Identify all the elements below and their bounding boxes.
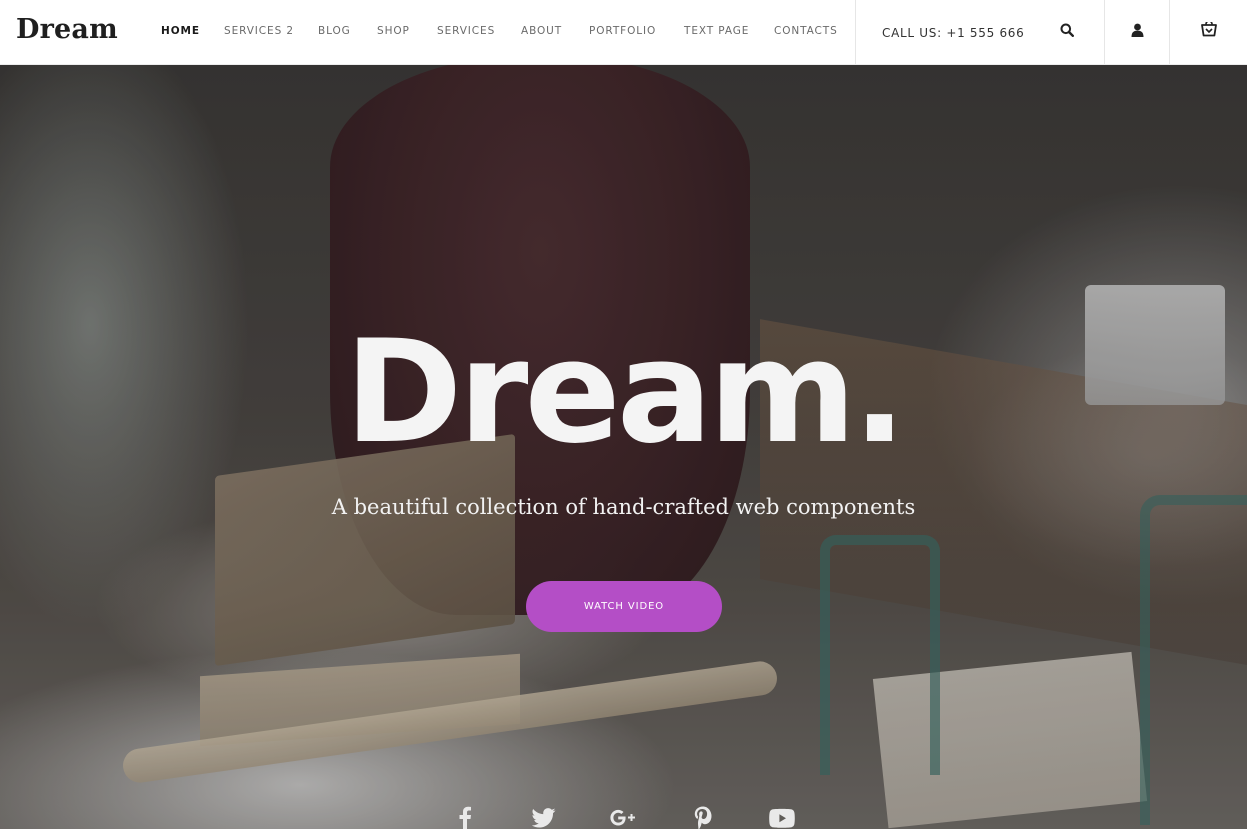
pinterest-icon[interactable] (688, 803, 718, 829)
hero-title: Dream. (344, 310, 907, 475)
cart-icon (1200, 20, 1217, 42)
search-button[interactable] (1030, 0, 1104, 64)
site-header: Dream HOME SERVICES 2 BLOG SHOP SERVICES… (0, 0, 1247, 65)
social-links (0, 803, 1247, 829)
hero-subtitle: A beautiful collection of hand-crafted w… (331, 495, 916, 519)
facebook-icon[interactable] (450, 803, 480, 829)
nav-item-home[interactable]: HOME (161, 25, 200, 37)
nav-item-portfolio[interactable]: PORTFOLIO (589, 25, 656, 37)
nav-item-services-2[interactable]: SERVICES 2 (224, 25, 294, 37)
twitter-icon[interactable] (529, 803, 559, 829)
search-icon (1060, 23, 1075, 42)
account-button[interactable] (1105, 0, 1169, 64)
watch-video-button[interactable]: WATCH VIDEO (526, 581, 722, 632)
nav-item-contacts[interactable]: CONTACTS (774, 25, 838, 37)
nav-item-about[interactable]: ABOUT (521, 25, 562, 37)
youtube-icon[interactable] (767, 803, 797, 829)
cart-button[interactable] (1170, 0, 1247, 64)
call-us-text: CALL US: +1 555 666 (882, 26, 1025, 40)
hero-section: Dream. A beautiful collection of hand-cr… (0, 65, 1247, 829)
header-divider (855, 0, 856, 64)
user-icon (1131, 23, 1144, 42)
site-logo[interactable]: Dream (16, 14, 118, 45)
nav-item-text-page[interactable]: TEXT PAGE (684, 25, 749, 37)
nav-item-shop[interactable]: SHOP (377, 25, 410, 37)
google-plus-icon[interactable] (608, 803, 638, 829)
nav-item-services[interactable]: SERVICES (437, 25, 495, 37)
nav-item-blog[interactable]: BLOG (318, 25, 351, 37)
